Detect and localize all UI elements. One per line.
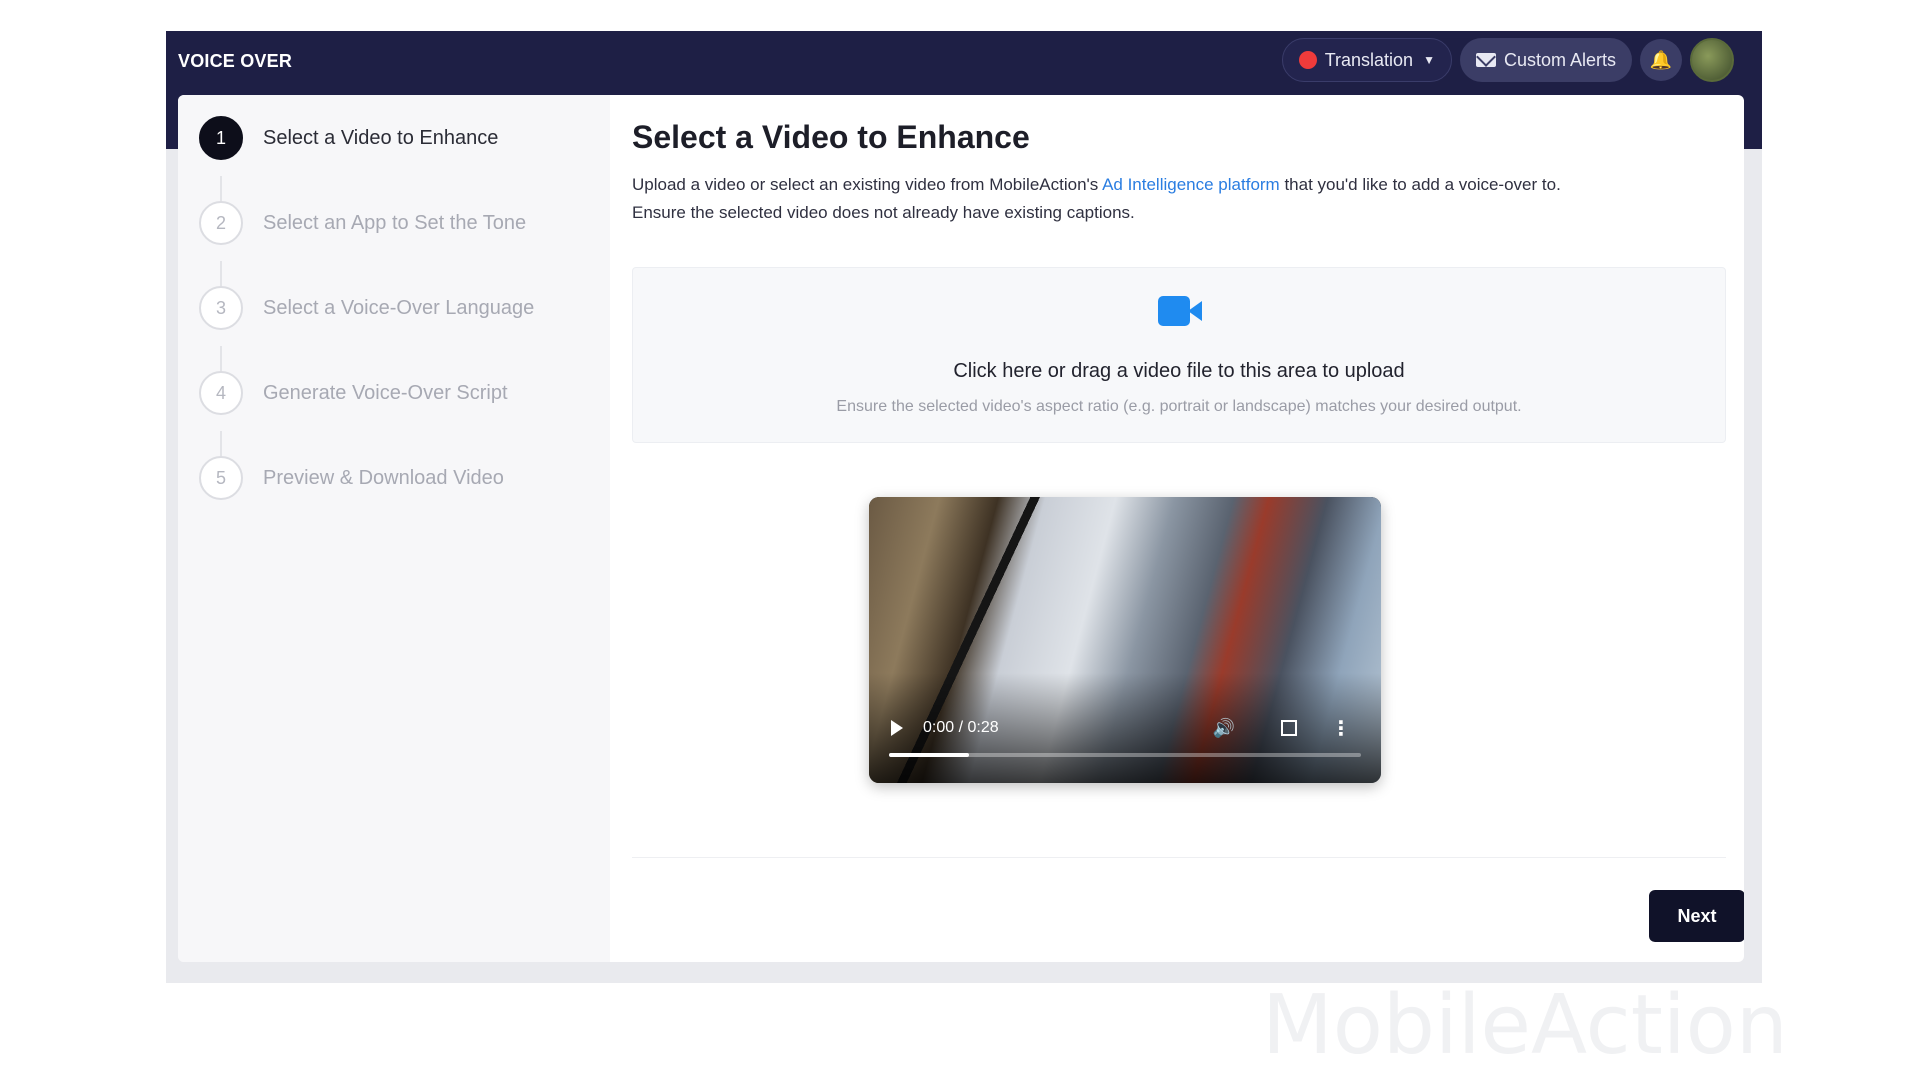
mail-icon bbox=[1475, 53, 1496, 67]
next-button[interactable]: Next bbox=[1649, 890, 1744, 942]
main-panel: Select a Video to Enhance Upload a video… bbox=[610, 95, 1744, 962]
upload-instruction: Click here or drag a video file to this … bbox=[953, 360, 1405, 382]
page-description: Upload a video or select an existing vid… bbox=[632, 171, 1732, 227]
step-1[interactable]: 1 Select a Video to Enhance bbox=[199, 116, 498, 160]
video-controls: 0:00 / 0:28 🔊 ⋮ bbox=[869, 713, 1381, 743]
custom-alerts-button[interactable]: Custom Alerts bbox=[1459, 38, 1632, 82]
step-label: Preview & Download Video bbox=[263, 466, 504, 489]
play-icon[interactable] bbox=[891, 720, 903, 736]
custom-alerts-label: Custom Alerts bbox=[1503, 49, 1616, 70]
fullscreen-icon[interactable] bbox=[1281, 720, 1297, 736]
red-dot-icon bbox=[1298, 51, 1317, 69]
step-number: 2 bbox=[199, 201, 243, 245]
page-title: Select a Video to Enhance bbox=[632, 119, 1030, 155]
translation-dropdown[interactable]: Translation ▼ bbox=[1281, 38, 1452, 82]
chevron-down-icon: ▼ bbox=[1423, 53, 1435, 67]
step-label: Select a Video to Enhance bbox=[263, 126, 499, 149]
wizard-card: 1 Select a Video to Enhance 2 Select an … bbox=[178, 95, 1744, 962]
user-avatar[interactable] bbox=[1690, 38, 1734, 82]
top-actions: Translation ▼ Custom Alerts 🔔 bbox=[1281, 38, 1734, 82]
step-label: Generate Voice-Over Script bbox=[263, 381, 508, 404]
step-number: 4 bbox=[199, 371, 243, 415]
footer-divider bbox=[632, 857, 1726, 858]
step-number: 5 bbox=[199, 456, 243, 500]
video-progress-fill bbox=[889, 753, 970, 757]
step-label: Select an App to Set the Tone bbox=[263, 211, 527, 234]
video-progress-bar[interactable] bbox=[889, 753, 1361, 757]
video-player[interactable]: 0:00 / 0:28 🔊 ⋮ bbox=[869, 497, 1381, 783]
app-title: VOICE OVER bbox=[178, 51, 293, 71]
upload-dropzone[interactable]: Click here or drag a video file to this … bbox=[632, 267, 1726, 443]
step-5[interactable]: 5 Preview & Download Video bbox=[199, 456, 504, 500]
ad-intelligence-link[interactable]: Ad Intelligence platform bbox=[1102, 175, 1280, 194]
app-window: VOICE OVER Translation ▼ Custom Alerts 🔔 bbox=[166, 31, 1762, 983]
video-camera-icon bbox=[1158, 296, 1204, 326]
volume-icon[interactable]: 🔊 bbox=[1213, 718, 1235, 739]
step-number: 1 bbox=[199, 116, 243, 160]
step-2[interactable]: 2 Select an App to Set the Tone bbox=[199, 201, 526, 245]
watermark: MobileAction bbox=[1262, 978, 1788, 1073]
step-number: 3 bbox=[199, 286, 243, 330]
description-line-2: Ensure the selected video does not alrea… bbox=[632, 203, 1135, 222]
description-text-end: that you'd like to add a voice-over to. bbox=[1279, 175, 1561, 194]
notifications-button[interactable]: 🔔 bbox=[1640, 39, 1682, 81]
more-vertical-icon[interactable]: ⋮ bbox=[1331, 716, 1351, 741]
steps-sidebar: 1 Select a Video to Enhance 2 Select an … bbox=[178, 95, 610, 962]
bell-icon: 🔔 bbox=[1649, 49, 1673, 70]
step-4[interactable]: 4 Generate Voice-Over Script bbox=[199, 371, 508, 415]
translation-label: Translation bbox=[1324, 49, 1414, 70]
step-3[interactable]: 3 Select a Voice-Over Language bbox=[199, 286, 534, 330]
step-label: Select a Voice-Over Language bbox=[263, 296, 535, 319]
description-text: Upload a video or select an existing vid… bbox=[632, 175, 1103, 194]
upload-hint: Ensure the selected video's aspect ratio… bbox=[836, 398, 1522, 415]
video-time: 0:00 / 0:28 bbox=[923, 719, 999, 736]
